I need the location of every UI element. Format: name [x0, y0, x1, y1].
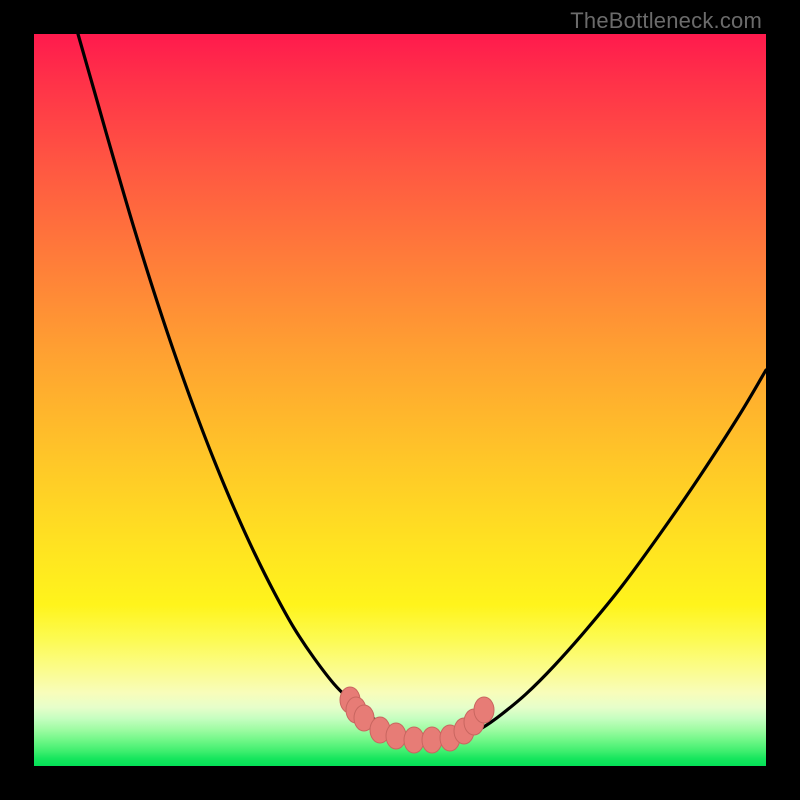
chart-frame: TheBottleneck.com: [0, 0, 800, 800]
bottleneck-curve: [78, 34, 766, 741]
marker-point: [422, 727, 442, 753]
marker-point: [474, 697, 494, 723]
marker-point: [404, 727, 424, 753]
curve-layer: [34, 34, 766, 766]
marker-point: [386, 723, 406, 749]
watermark-text: TheBottleneck.com: [570, 8, 762, 34]
curve-markers: [340, 687, 494, 753]
